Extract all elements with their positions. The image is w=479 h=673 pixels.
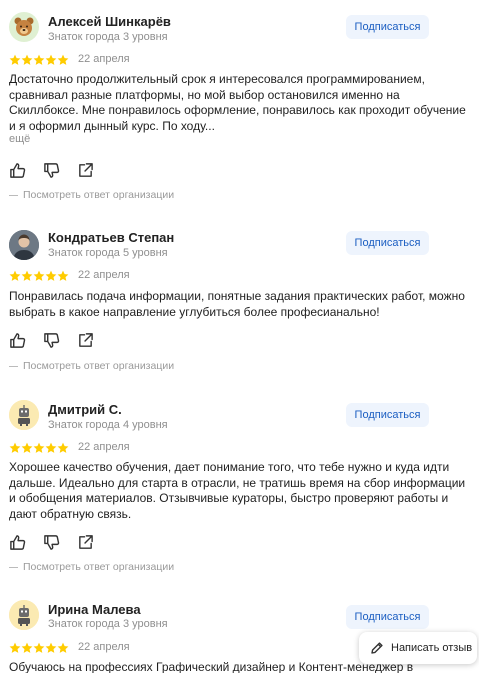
- star-icon: [33, 54, 45, 66]
- star-icon: [21, 54, 33, 66]
- share-button[interactable]: [77, 331, 111, 349]
- review-author[interactable]: Ирина Малева: [48, 602, 141, 617]
- star-icon: [21, 642, 33, 654]
- like-button[interactable]: [9, 331, 43, 349]
- more-link[interactable]: ещё: [9, 133, 30, 145]
- star-icon: [9, 642, 21, 654]
- review-actions: [9, 331, 111, 349]
- rating-stars: [9, 442, 69, 454]
- subscribe-button[interactable]: Подписаться: [346, 15, 429, 39]
- star-icon: [57, 642, 69, 654]
- share-button[interactable]: [77, 161, 111, 179]
- review-date: 22 апреля: [78, 641, 130, 653]
- review-author[interactable]: Алексей Шинкарёв: [48, 14, 171, 29]
- org-reply-label: Посмотреть ответ организации: [23, 360, 175, 372]
- review-card: Дмитрий С. Знаток города 4 уровня Подпис…: [0, 398, 479, 578]
- org-reply-link[interactable]: Посмотреть ответ организации: [9, 189, 174, 201]
- dislike-button[interactable]: [43, 161, 77, 179]
- thumbs-down-icon: [44, 534, 60, 550]
- thumbs-up-icon: [10, 332, 26, 348]
- review-actions: [9, 161, 111, 179]
- thumbs-up-icon: [10, 162, 26, 178]
- like-button[interactable]: [9, 533, 43, 551]
- star-icon: [57, 54, 69, 66]
- review-date: 22 апреля: [78, 269, 130, 281]
- subscribe-button[interactable]: Подписаться: [346, 403, 429, 427]
- review-author[interactable]: Кондратьев Степан: [48, 230, 174, 245]
- rating-stars: [9, 54, 69, 66]
- robot-avatar[interactable]: [9, 400, 39, 430]
- write-review-label: Написать отзыв: [391, 642, 473, 654]
- review-actions: [9, 533, 111, 551]
- star-icon: [33, 642, 45, 654]
- user-photo-avatar[interactable]: [9, 230, 39, 260]
- star-icon: [45, 442, 57, 454]
- share-icon: [79, 162, 93, 177]
- subscribe-button[interactable]: Подписаться: [346, 605, 429, 629]
- share-icon: [79, 332, 93, 347]
- share-icon: [79, 534, 93, 549]
- review-text: Понравилась подача информации, понятные …: [9, 289, 465, 319]
- write-review-button[interactable]: Написать отзыв: [359, 632, 477, 664]
- star-icon: [33, 270, 45, 282]
- star-icon: [9, 442, 21, 454]
- star-icon: [21, 442, 33, 454]
- subscribe-button[interactable]: Подписаться: [346, 231, 429, 255]
- star-icon: [57, 270, 69, 282]
- like-button[interactable]: [9, 161, 43, 179]
- org-reply-link[interactable]: Посмотреть ответ организации: [9, 561, 174, 573]
- star-icon: [21, 270, 33, 282]
- org-reply-label: Посмотреть ответ организации: [23, 561, 175, 573]
- thumbs-down-icon: [44, 332, 60, 348]
- robot-avatar[interactable]: [9, 600, 39, 630]
- org-reply-link[interactable]: Посмотреть ответ организации: [9, 360, 174, 372]
- author-level: Знаток города 3 уровня: [48, 618, 168, 630]
- pencil-icon: [371, 642, 383, 654]
- dash-divider: [9, 365, 18, 367]
- review-card: Кондратьев Степан Знаток города 5 уровня…: [0, 228, 479, 378]
- thumbs-down-icon: [44, 162, 60, 178]
- review-text: Достаточно продолжительный срок я интере…: [9, 72, 466, 133]
- author-level: Знаток города 3 уровня: [48, 31, 168, 43]
- author-level: Знаток города 5 уровня: [48, 247, 168, 259]
- review-date: 22 апреля: [78, 441, 130, 453]
- bear-emoji-avatar[interactable]: [9, 12, 39, 42]
- rating-stars: [9, 642, 69, 654]
- author-level: Знаток города 4 уровня: [48, 419, 168, 431]
- star-icon: [9, 54, 21, 66]
- org-reply-label: Посмотреть ответ организации: [23, 189, 175, 201]
- review-text: Хорошее качество обучения, дает понимани…: [9, 460, 466, 521]
- star-icon: [45, 54, 57, 66]
- star-icon: [45, 642, 57, 654]
- star-icon: [45, 270, 57, 282]
- dislike-button[interactable]: [43, 533, 77, 551]
- share-button[interactable]: [77, 533, 111, 551]
- star-icon: [9, 270, 21, 282]
- star-icon: [57, 442, 69, 454]
- star-icon: [33, 442, 45, 454]
- review-card: Алексей Шинкарёв Знаток города 3 уровня …: [0, 0, 479, 210]
- dislike-button[interactable]: [43, 331, 77, 349]
- dash-divider: [9, 566, 18, 568]
- rating-stars: [9, 270, 69, 282]
- dash-divider: [9, 194, 18, 196]
- review-date: 22 апреля: [78, 53, 130, 65]
- review-author[interactable]: Дмитрий С.: [48, 402, 122, 417]
- thumbs-up-icon: [10, 534, 26, 550]
